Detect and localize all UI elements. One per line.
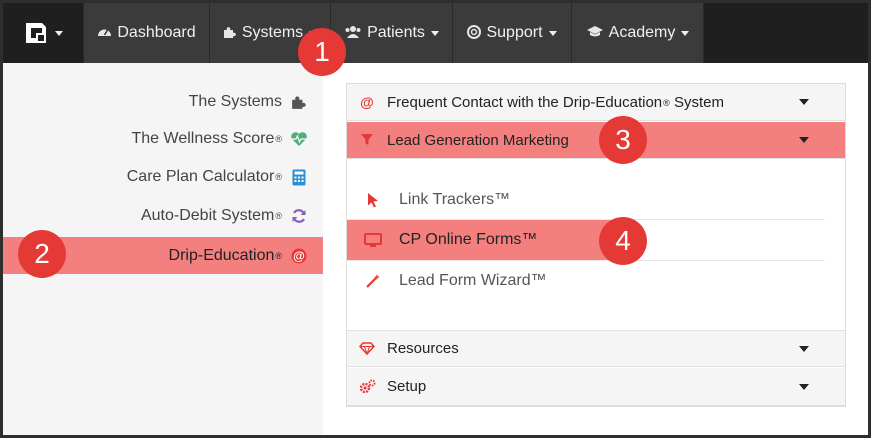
sidebar-item-label: Drip-Education [168, 246, 275, 264]
dashboard-gauge-icon [97, 25, 112, 41]
menu-item-label: Link Trackers™ [399, 190, 511, 208]
accordion-lead-generation[interactable]: Lead Generation Marketing [347, 122, 845, 159]
sidebar-item-label: Care Plan Calculator [126, 168, 275, 185]
chevron-down-icon [55, 30, 63, 36]
app-logo-menu[interactable] [3, 3, 83, 63]
heartbeat-icon [289, 131, 309, 147]
menu-item-label: Lead Form Wizard™ [399, 272, 547, 289]
sidebar-item-the-systems[interactable]: The Systems [3, 83, 323, 121]
menu-link-trackers[interactable]: Link Trackers™ [347, 180, 825, 220]
nav-patients[interactable]: Patients [330, 3, 452, 63]
main-panel: @ Frequent Contact with the Drip-Educati… [323, 63, 868, 435]
accordion-title: Lead Generation Marketing [387, 131, 569, 149]
menu-item-label: CP Online Forms™ [399, 231, 538, 248]
registered-mark: ® [275, 172, 282, 182]
caret-down-icon [799, 345, 809, 352]
registered-mark: ® [663, 97, 670, 108]
registered-mark: ® [275, 250, 282, 261]
nav-academy[interactable]: Academy [571, 3, 704, 63]
graduation-cap-icon [586, 25, 604, 41]
menu-cp-online-forms[interactable]: CP Online Forms™ [347, 220, 633, 260]
lifebuoy-icon [467, 24, 482, 42]
registered-mark: ® [275, 134, 282, 144]
cogs-icon [347, 379, 387, 394]
registered-mark: ® [275, 211, 282, 221]
accordion-title: Frequent Contact with the Drip-Education [387, 93, 663, 111]
annotation-badge-2: 2 [18, 230, 66, 278]
caret-down-icon [799, 383, 809, 390]
at-icon: @ [360, 94, 374, 110]
systems-accordion: @ Frequent Contact with the Drip-Educati… [346, 83, 846, 407]
annotation-badge-4: 4 [599, 217, 647, 265]
nav-support-label: Support [486, 24, 543, 41]
users-icon [344, 25, 362, 42]
sidebar-item-auto-debit-system[interactable]: Auto-Debit System ® [3, 197, 323, 235]
sidebar-item-label: Auto-Debit System [140, 207, 275, 224]
accordion-setup[interactable]: Setup [347, 368, 845, 406]
sidebar-item-care-plan-calculator[interactable]: Care Plan Calculator ® [3, 158, 323, 196]
menu-lead-form-wizard[interactable]: Lead Form Wizard™ [347, 261, 825, 301]
annotation-badge-1: 1 [298, 28, 346, 76]
sidebar-item-label: The Wellness Score [131, 130, 275, 147]
main-content: The Systems The Wellness Score ® Care Pla… [3, 63, 868, 435]
at-icon: @ [289, 248, 309, 264]
diamond-icon [347, 342, 387, 355]
chevron-down-icon [430, 30, 439, 36]
nav-academy-label: Academy [608, 24, 676, 41]
magic-wand-icon [347, 273, 399, 289]
nav-support[interactable]: Support [452, 3, 571, 63]
refresh-icon [289, 208, 309, 224]
monitor-icon [347, 232, 399, 248]
sidebar-item-label: The Systems [188, 93, 282, 110]
filter-icon [347, 134, 387, 146]
nav-systems-label: Systems [241, 24, 304, 41]
annotation-badge-3: 3 [599, 116, 647, 164]
svg-text:@: @ [293, 249, 305, 263]
cursor-pointer-icon [347, 192, 399, 208]
accordion-title: Resources [387, 340, 459, 357]
accordion-title: Setup [387, 378, 427, 395]
chevron-down-icon [681, 30, 690, 36]
nav-dashboard-label: Dashboard [117, 24, 196, 41]
caret-down-icon [799, 137, 809, 143]
accordion-frequent-contact[interactable]: @ Frequent Contact with the Drip-Educati… [347, 84, 845, 121]
nav-patients-label: Patients [367, 24, 425, 41]
logo-icon [26, 23, 46, 43]
top-navbar: Dashboard Systems Patients Support Acade… [3, 3, 868, 63]
accordion-resources[interactable]: Resources [347, 330, 845, 367]
nav-dashboard[interactable]: Dashboard [83, 3, 209, 63]
calculator-icon [289, 169, 309, 186]
caret-down-icon [799, 99, 809, 105]
puzzle-icon [289, 94, 309, 110]
chevron-down-icon [548, 30, 557, 36]
sidebar-item-wellness-score[interactable]: The Wellness Score ® [3, 120, 323, 158]
puzzle-icon [223, 25, 237, 42]
accordion-title-suffix: System [669, 93, 724, 111]
